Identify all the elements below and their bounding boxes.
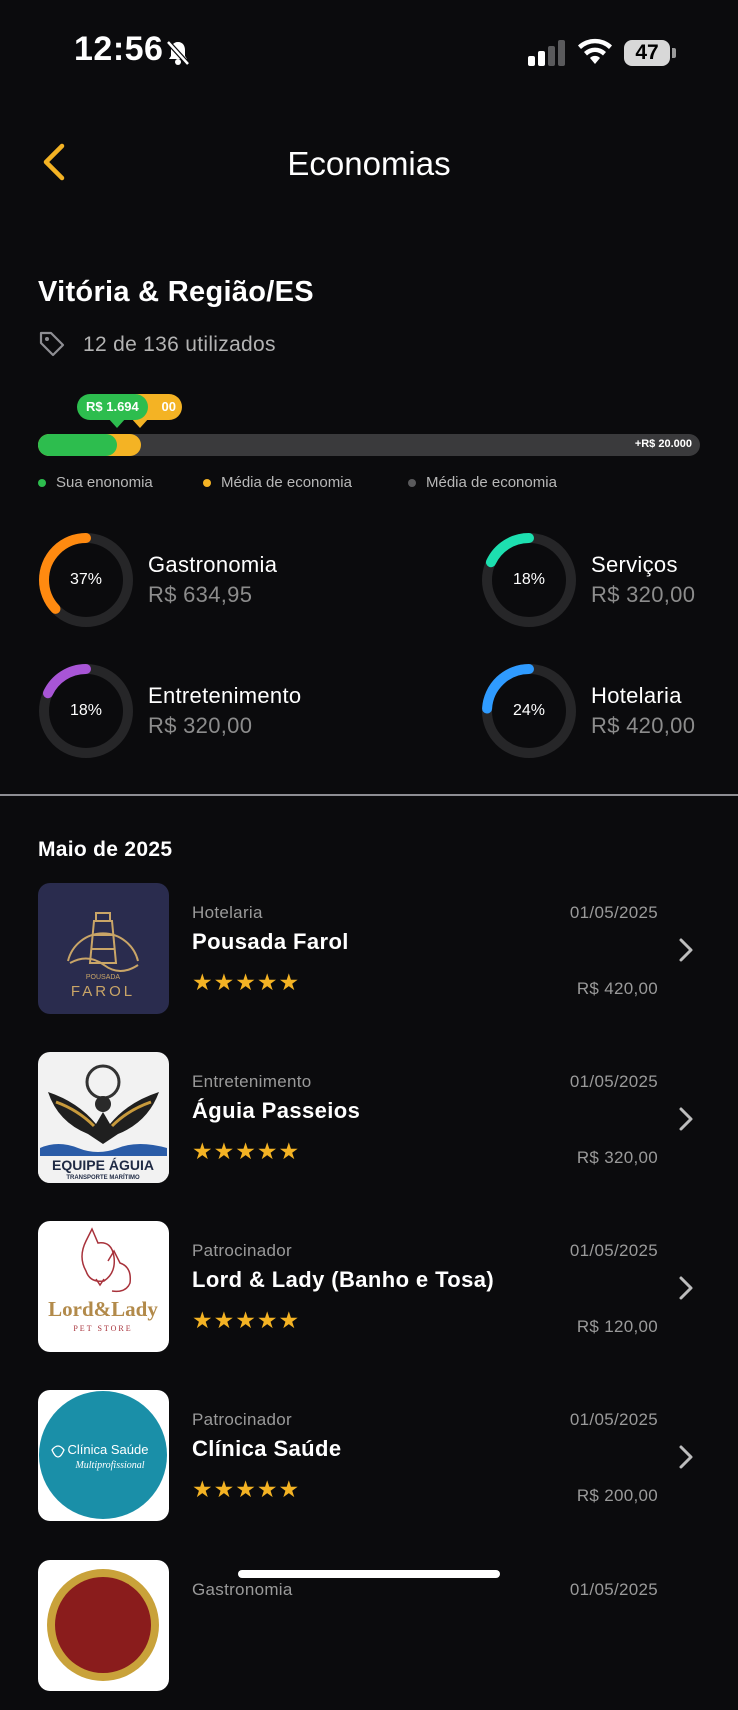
- legend-dot-yellow: [203, 478, 211, 487]
- legend-label: Sua enonomia: [56, 474, 153, 491]
- list-item-pousada-farol[interactable]: POUSADA FAROL Hotelaria 01/05/2025 Pousa…: [0, 883, 738, 1033]
- item-value: R$ 320,00: [576, 1148, 658, 1167]
- item-category: Patrocinador: [192, 1241, 292, 1260]
- your-savings-fill: [38, 434, 117, 456]
- page-title: Economias: [287, 145, 451, 182]
- logo-small-text: PET STORE: [73, 1324, 132, 1333]
- category-value: R$ 420,00: [591, 713, 696, 738]
- region-name: Vitória & Região/ES: [38, 276, 314, 308]
- category-percent: 18%: [69, 702, 103, 719]
- legend-dot-gray: [408, 478, 416, 487]
- item-date: 01/05/2025: [569, 903, 658, 922]
- your-savings-bubble: R$ 1.694: [77, 394, 148, 420]
- item-date: 01/05/2025: [569, 1410, 658, 1429]
- item-name: Lord & Lady (Banho e Tosa): [192, 1267, 495, 1292]
- item-name: Pousada Farol: [192, 929, 349, 954]
- item-category: Gastronomia: [192, 1580, 293, 1599]
- legend-average-savings: Média de economia: [203, 474, 352, 491]
- pousada-farol-logo: POUSADA FAROL: [38, 883, 169, 1014]
- list-item-partial[interactable]: Gastronomia 01/05/2025: [0, 1560, 738, 1710]
- list-item-lord-lady[interactable]: Lord&Lady PET STORE Patrocinador 01/05/2…: [0, 1221, 738, 1371]
- dog-cat-icon: Lord&Lady PET STORE: [48, 1227, 158, 1333]
- list-item-clinica-saude[interactable]: Clínica Saúde Multiprofissional Patrocin…: [0, 1390, 738, 1540]
- item-star-rating: ★★★★★: [192, 1307, 301, 1333]
- legend-average-savings-gray: Média de economia: [408, 474, 557, 491]
- item-category: Entretenimento: [192, 1072, 312, 1091]
- restaurant-logo: [38, 1560, 169, 1691]
- wifi-icon: [578, 38, 612, 64]
- logo-text: FAROL: [71, 983, 135, 1000]
- item-star-rating: ★★★★★: [192, 969, 301, 995]
- item-star-rating: ★★★★★: [192, 1138, 301, 1164]
- item-value: R$ 120,00: [576, 1317, 658, 1336]
- item-name: Clínica Saúde: [192, 1436, 342, 1461]
- category-servicos: 18% Serviços R$ 320,00: [481, 532, 738, 632]
- category-name: Gastronomia: [148, 552, 278, 577]
- cellular-signal-icon: [528, 40, 565, 66]
- clinica-saude-logo: Clínica Saúde Multiprofissional: [38, 1390, 169, 1521]
- category-percent: 24%: [512, 702, 546, 719]
- your-savings-pointer: [108, 418, 126, 428]
- item-category: Hotelaria: [192, 903, 263, 922]
- item-star-rating: ★★★★★: [192, 1476, 301, 1502]
- category-name: Hotelaria: [591, 683, 682, 708]
- item-date: 01/05/2025: [569, 1241, 658, 1260]
- tag-icon: [39, 331, 65, 357]
- category-gastronomia: 37% Gastronomia R$ 634,95: [38, 532, 368, 632]
- logo-small-text: TRANSPORTE MARÍTIMO: [66, 1173, 140, 1181]
- battery-indicator: 47: [624, 40, 670, 66]
- legend-label: Média de economia: [426, 474, 557, 491]
- category-name: Serviços: [591, 552, 678, 577]
- status-time: 12:56: [74, 30, 164, 68]
- category-value: R$ 634,95: [148, 582, 253, 607]
- item-name: Águia Passeios: [192, 1098, 361, 1123]
- category-percent: 37%: [69, 571, 103, 588]
- chevron-right-icon[interactable]: [676, 1442, 696, 1472]
- item-date: 01/05/2025: [569, 1072, 658, 1091]
- category-value: R$ 320,00: [591, 582, 696, 607]
- logo-small-text: POUSADA: [86, 974, 121, 981]
- legend-your-savings: Sua enonomia: [38, 474, 153, 491]
- logo-text: Lord&Lady: [48, 1297, 158, 1321]
- progress-max-label: +R$ 20.000: [634, 438, 692, 450]
- lighthouse-icon: POUSADA FAROL: [67, 912, 139, 1000]
- home-indicator: [238, 1570, 500, 1578]
- clinic-icon: Clínica Saúde Multiprofissional: [39, 1391, 167, 1519]
- eagle-icon: EQUIPE ÁGUIA TRANSPORTE MARÍTIMO: [38, 1064, 169, 1183]
- item-category: Patrocinador: [192, 1410, 292, 1429]
- legend-dot-green: [38, 478, 46, 487]
- category-entretenimento: 18% Entretenimento R$ 320,00: [38, 663, 368, 763]
- category-hotelaria: 24% Hotelaria R$ 420,00: [481, 663, 738, 763]
- item-date: 01/05/2025: [569, 1580, 658, 1599]
- category-percent: 18%: [512, 571, 546, 588]
- category-value: R$ 320,00: [148, 713, 253, 738]
- battery-tip: [672, 48, 676, 58]
- coupons-used-text: 12 de 136 utilizados: [83, 333, 276, 356]
- logo-text: Clínica Saúde: [68, 1442, 149, 1457]
- chevron-right-icon[interactable]: [676, 935, 696, 965]
- seal-icon: [47, 1569, 159, 1681]
- chevron-right-icon[interactable]: [676, 1104, 696, 1134]
- chevron-right-icon[interactable]: [676, 1273, 696, 1303]
- logo-text: EQUIPE ÁGUIA: [52, 1157, 154, 1173]
- logo-small-text: Multiprofissional: [74, 1460, 144, 1471]
- section-divider: [0, 794, 738, 796]
- legend-label: Média de economia: [221, 474, 352, 491]
- lord-lady-logo: Lord&Lady PET STORE: [38, 1221, 169, 1352]
- item-value: R$ 200,00: [576, 1486, 658, 1505]
- list-item-aguia-passeios[interactable]: EQUIPE ÁGUIA TRANSPORTE MARÍTIMO Entrete…: [0, 1052, 738, 1202]
- bell-muted-icon: [166, 40, 190, 66]
- aguia-passeios-logo: EQUIPE ÁGUIA TRANSPORTE MARÍTIMO: [38, 1052, 169, 1183]
- category-name: Entretenimento: [148, 683, 302, 708]
- month-heading: Maio de 2025: [38, 838, 173, 861]
- item-value: R$ 420,00: [576, 979, 658, 998]
